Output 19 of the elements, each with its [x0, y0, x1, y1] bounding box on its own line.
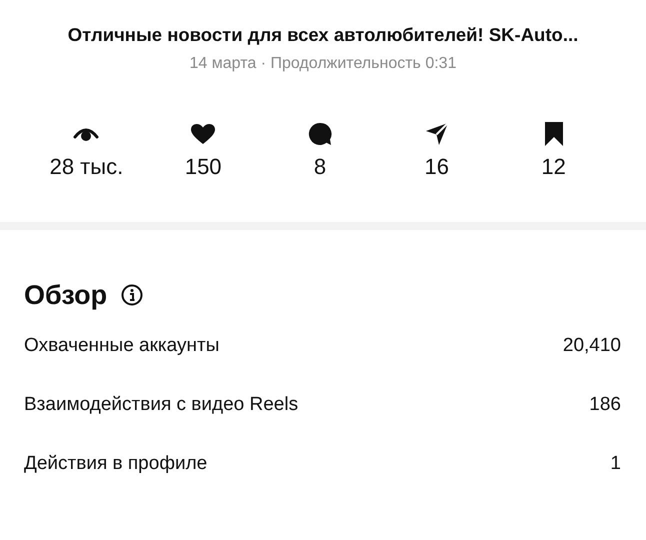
metric-value: 1	[610, 452, 621, 474]
speech-bubble-icon	[308, 122, 332, 146]
stat-count: 12	[541, 154, 566, 180]
stat-count: 28 тыс.	[50, 154, 124, 180]
metric-value: 186	[589, 394, 621, 416]
stat-count: 8	[314, 154, 326, 180]
info-icon[interactable]	[121, 284, 144, 306]
post-meta: 14 марта · Продолжительность 0:31	[190, 55, 456, 73]
stat-count: 150	[184, 154, 222, 180]
heart-icon	[190, 122, 216, 146]
metric-label: Охваченные аккаунты	[24, 334, 220, 356]
bookmark-icon	[544, 122, 564, 146]
post-title: Отличные новости для всех автолюбителей! SK-Auto...	[68, 24, 578, 46]
section-title: Обзор	[24, 280, 108, 310]
paper-plane-icon	[424, 122, 449, 146]
stat-count: 16	[424, 154, 450, 180]
metric-label: Взаимодействия с видео Reels	[24, 394, 298, 416]
metric-value: 20,410	[562, 334, 621, 356]
metric-label: Действия в профиле	[24, 452, 208, 474]
